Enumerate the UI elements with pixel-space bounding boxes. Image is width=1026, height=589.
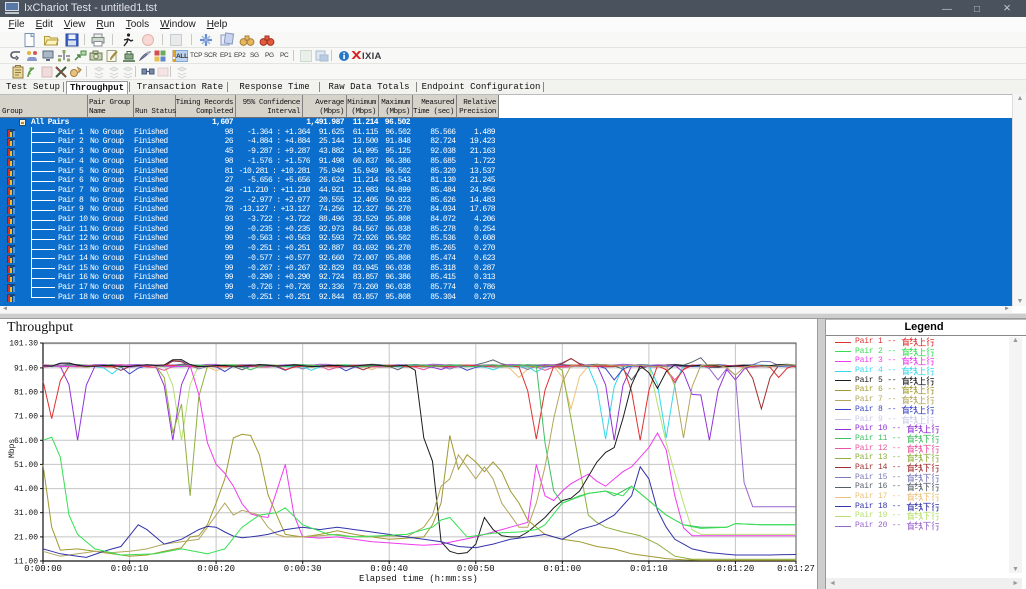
svg-text:0:01:27: 0:01:27 — [777, 564, 815, 574]
svg-text:61.00: 61.00 — [14, 437, 38, 446]
svg-text:81.00: 81.00 — [14, 389, 38, 398]
svg-text:0:00:00: 0:00:00 — [24, 564, 62, 574]
svg-text:0:01:10: 0:01:10 — [630, 564, 668, 574]
svg-text:41.00: 41.00 — [14, 485, 38, 494]
svg-text:101.30: 101.30 — [9, 340, 38, 349]
svg-text:0:00:20: 0:00:20 — [197, 564, 235, 574]
svg-text:31.00: 31.00 — [14, 509, 38, 518]
svg-text:91.00: 91.00 — [14, 364, 38, 373]
svg-text:0:00:10: 0:00:10 — [111, 564, 149, 574]
svg-text:21.00: 21.00 — [14, 533, 38, 542]
svg-text:0:01:00: 0:01:00 — [543, 564, 581, 574]
svg-text:71.00: 71.00 — [14, 413, 38, 422]
svg-text:0:00:40: 0:00:40 — [370, 564, 408, 574]
svg-text:0:01:20: 0:01:20 — [716, 564, 754, 574]
svg-text:0:00:30: 0:00:30 — [284, 564, 322, 574]
svg-text:IXIA: IXIA — [362, 51, 382, 62]
svg-text:0:00:50: 0:00:50 — [457, 564, 495, 574]
svg-text:51.00: 51.00 — [14, 461, 38, 470]
